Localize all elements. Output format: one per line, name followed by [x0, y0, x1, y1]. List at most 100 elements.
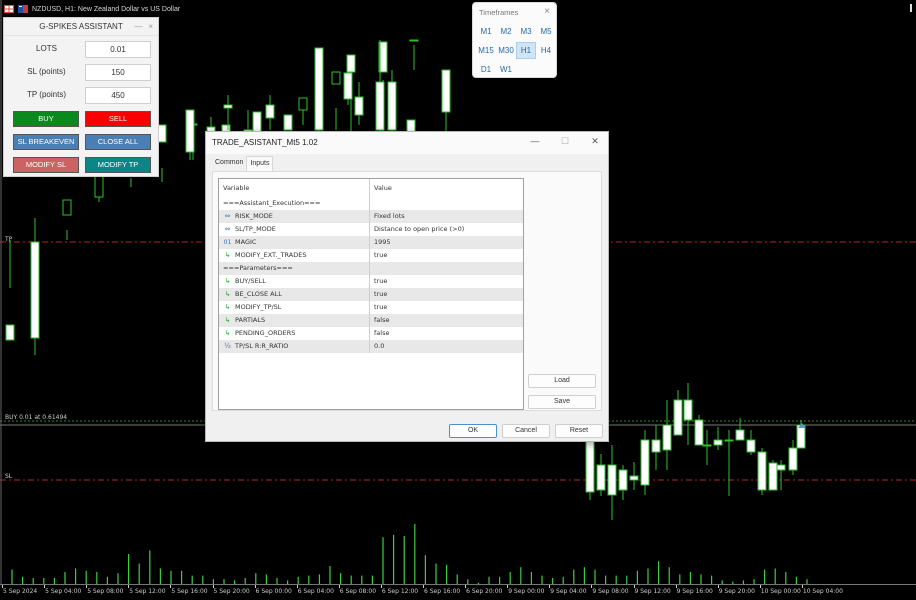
input-row[interactable]: ↳ PENDING_ORDERS false — [219, 327, 523, 340]
input-row[interactable]: ↳ MODIFY_TP/SL true — [219, 301, 523, 314]
input-variable: ↳ BE_CLOSE ALL — [219, 288, 370, 301]
bool-icon: ↳ — [224, 290, 231, 298]
variable-name: MAGIC — [235, 238, 257, 246]
candle-body — [694, 419, 704, 446]
input-variable: ⇔ SL/TP_MODE — [219, 223, 370, 236]
input-value[interactable]: false — [370, 327, 523, 340]
gspikes-titlebar[interactable]: G-SPIKES ASSISTANT — × — [4, 18, 158, 36]
maximize-icon[interactable]: ☐ — [558, 136, 572, 147]
tp-label: TP — [5, 236, 13, 243]
timeframe-m15[interactable]: M15 — [475, 42, 497, 59]
candle-body — [354, 96, 364, 116]
variable-name: PARTIALS — [235, 316, 266, 324]
variable-name: BUY/SELL — [235, 277, 266, 285]
input-variable: ===Assistant_Execution=== — [219, 197, 370, 210]
minimize-icon[interactable]: — — [528, 136, 542, 146]
gspikes-title: G-SPIKES ASSISTANT — [39, 22, 123, 31]
timeframe-m30[interactable]: M30 — [495, 42, 517, 59]
input-row[interactable]: ↳ MODIFY_EXT._TRADES true — [219, 249, 523, 262]
input-value[interactable]: true — [370, 288, 523, 301]
candle-body — [5, 324, 15, 341]
input-value[interactable]: false — [370, 314, 523, 327]
sell-button[interactable]: SELL — [85, 111, 151, 127]
time-label: 9 Sep 08:00 — [592, 588, 629, 595]
input-value[interactable] — [370, 197, 523, 210]
input-row[interactable]: ↳ BUY/SELL true — [219, 275, 523, 288]
input-row[interactable]: ===Assistant_Execution=== — [219, 197, 523, 210]
lots-input[interactable]: 0.01 — [85, 41, 151, 58]
reset-button[interactable]: Reset — [555, 424, 603, 438]
input-value[interactable]: true — [370, 301, 523, 314]
timeframe-m3[interactable]: M3 — [516, 23, 536, 40]
tab-common[interactable]: Common — [212, 156, 246, 171]
candle-body — [62, 199, 72, 216]
minimize-icon[interactable]: — — [134, 22, 142, 31]
tab-inputs[interactable]: Inputs — [246, 156, 274, 171]
close-icon[interactable]: × — [148, 22, 153, 31]
candle-body — [30, 241, 40, 339]
ok-button[interactable]: OK — [449, 424, 497, 438]
input-value[interactable]: true — [370, 249, 523, 262]
timeframe-h1[interactable]: H1 — [516, 42, 536, 59]
timeframe-m5[interactable]: M5 — [536, 23, 556, 40]
tp-points-input[interactable]: 450 — [85, 87, 151, 104]
buy-button[interactable]: BUY — [13, 111, 79, 127]
save-button[interactable]: Save — [528, 395, 596, 409]
candle-body — [640, 439, 650, 486]
chart-grid-icon[interactable] — [4, 5, 14, 13]
input-row[interactable]: ===Parameters=== — [219, 262, 523, 275]
time-label: 5 Sep 16:00 — [171, 588, 208, 595]
timeframe-d1[interactable]: D1 — [476, 61, 496, 78]
time-label: 6 Sep 16:00 — [424, 588, 461, 595]
input-row[interactable]: ↳ PARTIALS false — [219, 314, 523, 327]
input-value[interactable]: Fixed lots — [370, 210, 523, 223]
input-row[interactable]: ⇔ SL/TP_MODE Distance to open price (>0) — [219, 223, 523, 236]
candle-body — [314, 47, 324, 131]
enum-icon: ⇔ — [224, 225, 231, 233]
candle-body — [757, 451, 767, 491]
input-row[interactable]: 01 MAGIC 1995 — [219, 236, 523, 249]
input-row[interactable]: ↳ BE_CLOSE ALL true — [219, 288, 523, 301]
timeframe-m1[interactable]: M1 — [476, 23, 496, 40]
timeframe-w1[interactable]: W1 — [496, 61, 516, 78]
column-header-value[interactable]: Value — [370, 179, 523, 197]
cancel-button[interactable]: Cancel — [502, 424, 550, 438]
close-icon[interactable]: ✕ — [588, 136, 602, 147]
input-value[interactable]: true — [370, 275, 523, 288]
bool-icon: ↳ — [224, 329, 231, 337]
input-variable: ↳ BUY/SELL — [219, 275, 370, 288]
candle-body — [618, 469, 628, 491]
close-icon[interactable]: × — [544, 6, 550, 17]
gspikes-panel: G-SPIKES ASSISTANT — × LOTS 0.01 SL (poi… — [3, 17, 159, 177]
timeframe-m2[interactable]: M2 — [496, 23, 516, 40]
input-variable: ===Parameters=== — [219, 262, 370, 275]
sl-breakeven-button[interactable]: SL BREAKEVEN — [13, 134, 79, 150]
variable-name: MODIFY_TP/SL — [235, 303, 282, 311]
close-all-button[interactable]: CLOSE ALL — [85, 134, 151, 150]
sl-points-input[interactable]: 150 — [85, 64, 151, 81]
modify-sl-button[interactable]: MODIFY SL — [13, 157, 79, 173]
input-variable: ⇔ RISK_MODE — [219, 210, 370, 223]
input-value[interactable] — [370, 262, 523, 275]
time-label: 9 Sep 12:00 — [634, 588, 671, 595]
candle-body — [702, 444, 712, 447]
position-label: BUY 0.01 at 0.61494 — [5, 414, 68, 421]
candle-body — [629, 475, 639, 481]
bool-icon: ↳ — [224, 251, 231, 259]
load-button[interactable]: Load — [528, 374, 596, 388]
input-value[interactable]: 0.0 — [370, 340, 523, 353]
input-row[interactable]: ⇔ RISK_MODE Fixed lots — [219, 210, 523, 223]
dialog-title: TRADE_ASISTANT_Mt5 1.02 — [212, 138, 318, 147]
modify-tp-button[interactable]: MODIFY TP — [85, 157, 151, 173]
input-value[interactable]: 1995 — [370, 236, 523, 249]
candle-body — [713, 439, 723, 446]
candle-body — [724, 439, 734, 442]
dialog-titlebar[interactable]: TRADE_ASISTANT_Mt5 1.02 — ☐ ✕ — [206, 132, 608, 154]
sl-row: SL (points) 150 — [4, 64, 160, 82]
candle-body — [185, 109, 195, 153]
timeframe-h4[interactable]: H4 — [536, 42, 556, 59]
input-value[interactable]: Distance to open price (>0) — [370, 223, 523, 236]
column-header-variable[interactable]: Variable — [219, 179, 370, 197]
bool-icon: ↳ — [224, 277, 231, 285]
input-row[interactable]: ½ TP/SL R:R_RATIO 0.0 — [219, 340, 523, 353]
